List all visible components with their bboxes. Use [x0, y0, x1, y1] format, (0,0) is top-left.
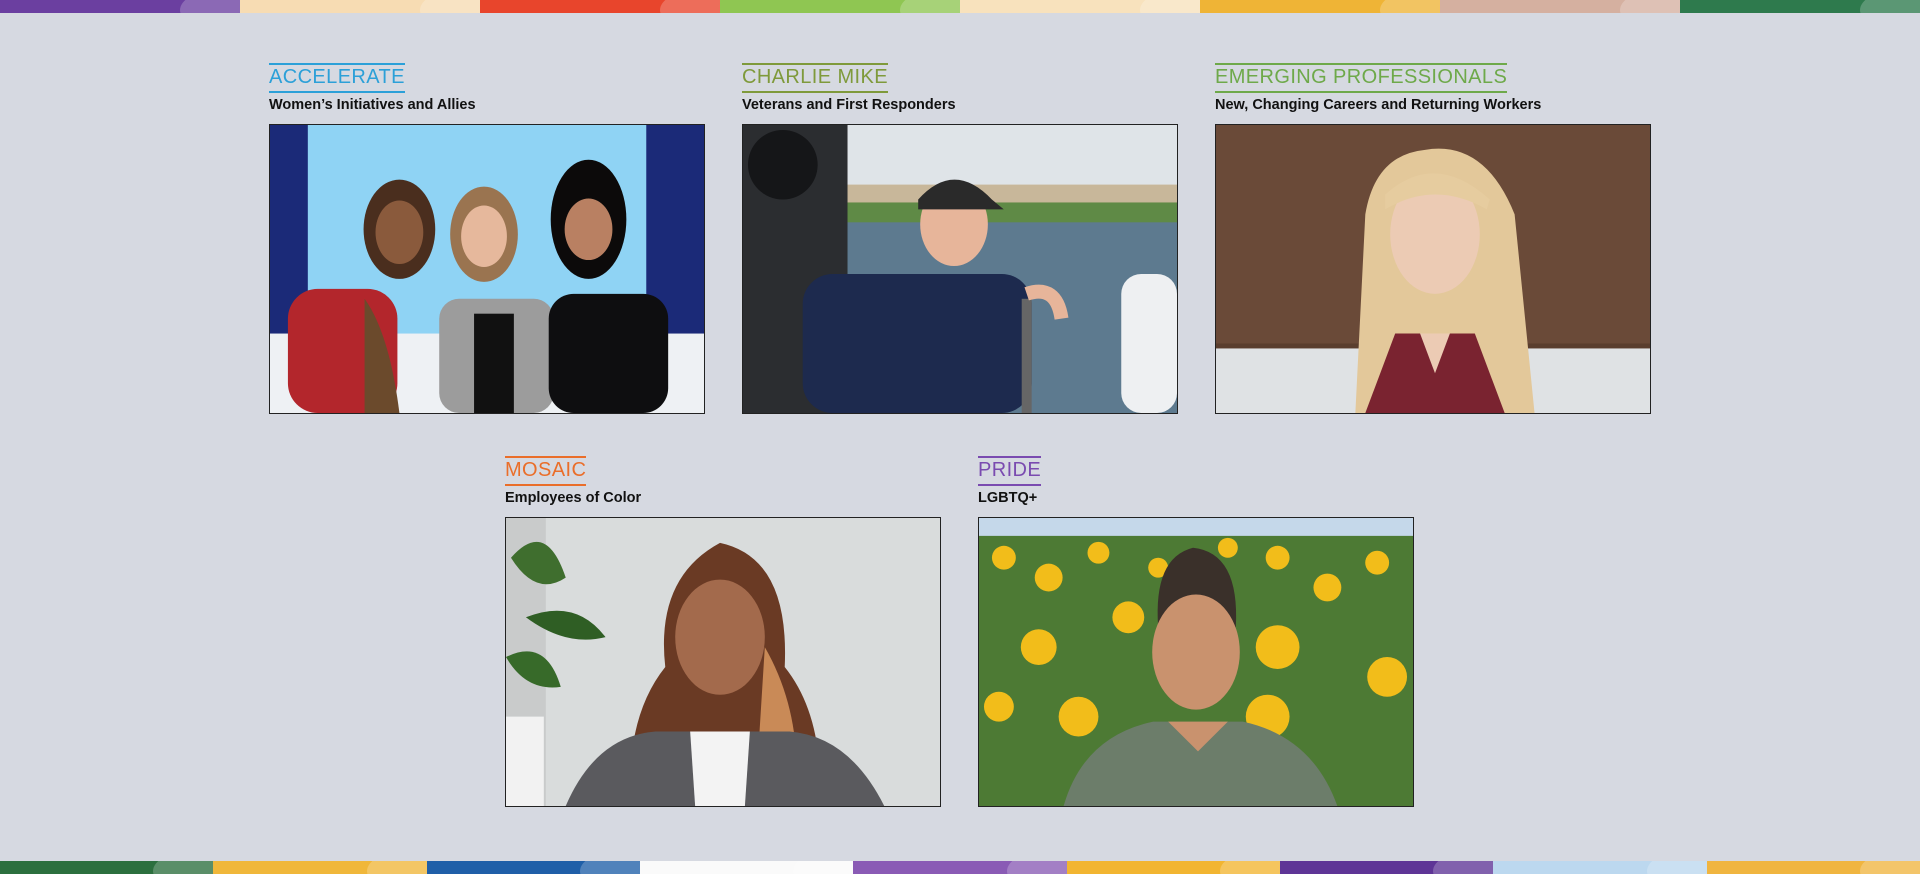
stripe-segment	[480, 0, 720, 13]
stripe-segment	[853, 861, 1067, 874]
portrait-woman-wavy-hair	[505, 517, 941, 807]
stripe-segment	[426, 861, 640, 874]
card-subtitle: New, Changing Careers and Returning Work…	[1215, 97, 1542, 113]
stripe-segment	[1440, 0, 1680, 13]
stripe-segment	[1279, 861, 1494, 874]
stripe-segment	[960, 0, 1200, 13]
erg-card-accelerate: ACCELERATE Women’s Initiatives and Allie…	[269, 63, 705, 414]
portrait-woman-sunflowers	[978, 517, 1414, 807]
erg-card-emerging-professionals: EMERGING PROFESSIONALS New, Changing Car…	[1215, 63, 1651, 414]
card-subtitle: LGBTQ+	[978, 490, 1038, 506]
erg-card-pride: PRIDE LGBTQ+	[978, 456, 1414, 807]
group-photo-three-women	[269, 124, 705, 414]
stripe-segment	[0, 861, 214, 874]
card-title: PRIDE	[978, 456, 1042, 486]
card-title: EMERGING PROFESSIONALS	[1215, 63, 1508, 93]
card-subtitle: Veterans and First Responders	[742, 97, 956, 113]
bottom-color-stripe	[0, 861, 1920, 874]
stripe-segment	[0, 0, 240, 13]
card-subtitle: Women’s Initiatives and Allies	[269, 97, 476, 113]
stripe-segment	[720, 0, 960, 13]
stripe-segment	[639, 861, 854, 874]
card-title: ACCELERATE	[269, 63, 405, 93]
card-title: MOSAIC	[505, 456, 587, 486]
stripe-segment	[240, 0, 480, 13]
portrait-blonde-woman	[1215, 124, 1651, 414]
erg-card-charlie-mike: CHARLIE MIKE Veterans and First Responde…	[742, 63, 1178, 414]
card-subtitle: Employees of Color	[505, 490, 642, 506]
stripe-segment	[1066, 861, 1280, 874]
card-title: CHARLIE MIKE	[742, 63, 888, 93]
stripe-segment	[213, 861, 427, 874]
top-color-stripe	[0, 0, 1920, 13]
erg-card-mosaic: MOSAIC Employees of Color	[505, 456, 941, 807]
photo-sailor-on-boat	[742, 124, 1178, 414]
stripe-segment	[1200, 0, 1440, 13]
stripe-segment	[1706, 861, 1920, 874]
stripe-segment	[1680, 0, 1920, 13]
stripe-segment	[1493, 861, 1707, 874]
